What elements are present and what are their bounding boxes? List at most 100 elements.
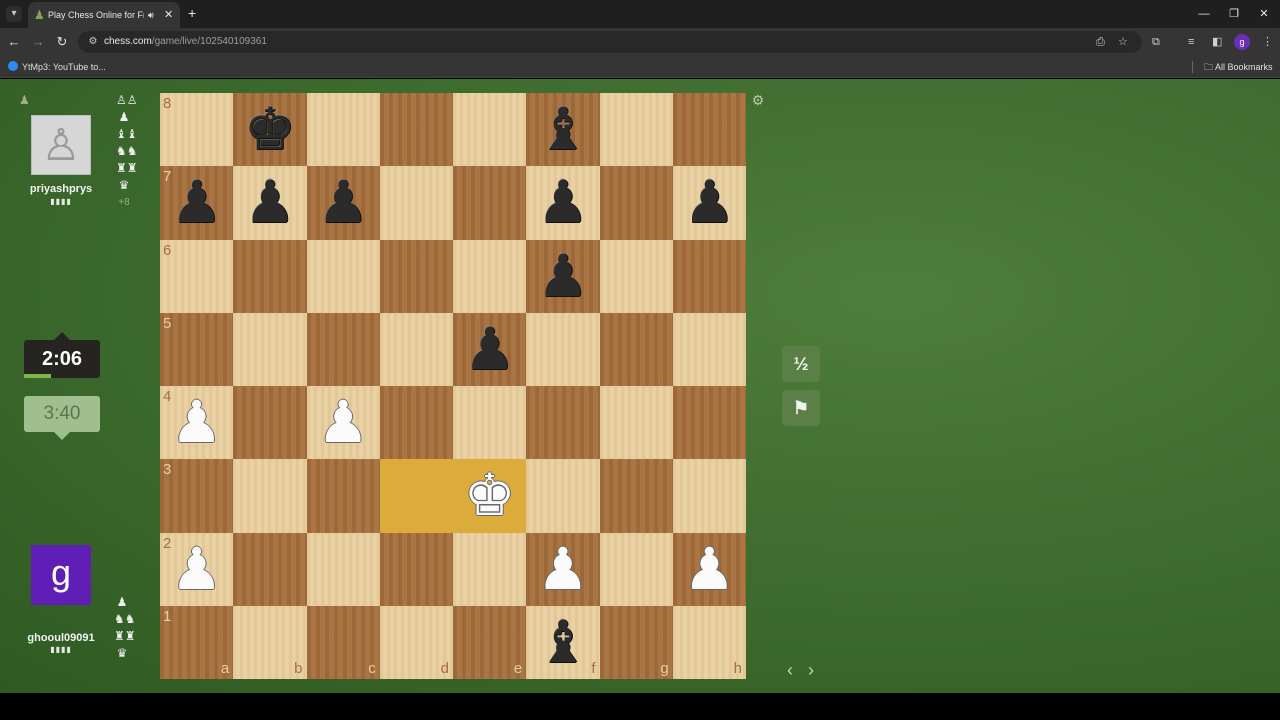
square-b4[interactable] xyxy=(233,386,307,460)
white-pawn[interactable]: ♟ xyxy=(307,386,380,459)
square-a4[interactable]: 4 ♟ xyxy=(160,386,234,460)
square-g6[interactable] xyxy=(599,239,673,313)
square-a6[interactable]: 6 xyxy=(160,239,234,313)
square-g4[interactable] xyxy=(599,386,673,460)
square-b7[interactable]: ♟ xyxy=(233,166,307,240)
square-a7[interactable]: 7 ♟ xyxy=(160,166,234,240)
offer-draw-button[interactable]: ½ xyxy=(782,346,820,382)
square-d1[interactable]: d xyxy=(379,605,453,679)
square-e4[interactable] xyxy=(453,386,527,460)
square-f8[interactable]: ♝ xyxy=(526,93,600,167)
black-pawn[interactable]: ♟ xyxy=(526,240,599,313)
square-c6[interactable] xyxy=(306,239,380,313)
square-h4[interactable] xyxy=(672,386,746,460)
minimize-icon[interactable]: — xyxy=(1196,6,1212,22)
white-pawn[interactable]: ♟ xyxy=(160,533,233,606)
square-f5[interactable] xyxy=(526,312,600,386)
square-c5[interactable] xyxy=(306,312,380,386)
forward-arrow-icon[interactable]: → xyxy=(30,34,46,50)
black-pawn[interactable]: ♟ xyxy=(526,166,599,239)
square-g3[interactable] xyxy=(599,459,673,533)
kebab-menu-icon[interactable]: ⋮ xyxy=(1262,34,1273,50)
white-pawn[interactable]: ♟ xyxy=(160,386,233,459)
square-a8[interactable]: 8 xyxy=(160,93,234,167)
black-pawn[interactable]: ♟ xyxy=(233,166,306,239)
profile-avatar[interactable]: g xyxy=(1234,34,1250,50)
bookmark-ytmp3[interactable]: YtMp3: YouTube to... xyxy=(8,60,106,74)
square-h6[interactable] xyxy=(672,239,746,313)
white-pawn[interactable]: ♟ xyxy=(673,533,746,606)
square-c7[interactable]: ♟ xyxy=(306,166,380,240)
square-d6[interactable] xyxy=(379,239,453,313)
white-pawn[interactable]: ♟ xyxy=(526,533,599,606)
square-e8[interactable] xyxy=(453,93,527,167)
square-f2[interactable]: ♟ xyxy=(526,532,600,606)
url-text[interactable]: chess.com/game/live/102540109361 xyxy=(104,35,267,49)
square-f1[interactable]: f ♝ xyxy=(526,605,600,679)
all-bookmarks-button[interactable]: 🗀︎ All Bookmarks xyxy=(1204,60,1273,74)
square-d3[interactable] xyxy=(379,459,453,533)
bottom-player-name[interactable]: ghooul09091 xyxy=(11,632,111,644)
top-player-name[interactable]: priyashprys xyxy=(11,183,111,195)
square-b5[interactable] xyxy=(233,312,307,386)
chevron-right-icon[interactable]: › xyxy=(803,660,819,680)
square-d5[interactable] xyxy=(379,312,453,386)
square-b6[interactable] xyxy=(233,239,307,313)
address-bar[interactable]: ⚙ chess.com/game/live/102540109361 ⎙ ☆ xyxy=(78,31,1142,53)
square-e5[interactable]: ♟ xyxy=(453,312,527,386)
black-pawn[interactable]: ♟ xyxy=(307,166,380,239)
square-b2[interactable] xyxy=(233,532,307,606)
square-a3[interactable]: 3 xyxy=(160,459,234,533)
install-icon[interactable]: ⎙ xyxy=(1096,35,1105,49)
square-h5[interactable] xyxy=(672,312,746,386)
square-c8[interactable] xyxy=(306,93,380,167)
square-f4[interactable] xyxy=(526,386,600,460)
square-b3[interactable] xyxy=(233,459,307,533)
square-a2[interactable]: 2 ♟ xyxy=(160,532,234,606)
chevron-left-icon[interactable]: ‹ xyxy=(782,660,798,680)
square-g7[interactable] xyxy=(599,166,673,240)
browser-tab[interactable]: ♟ Play Chess Online for Free 🔊︎ ✕ xyxy=(28,2,180,28)
gear-icon[interactable]: ⚙ xyxy=(750,92,766,108)
black-king[interactable]: ♚ xyxy=(233,93,306,166)
star-icon[interactable]: ☆ xyxy=(1118,35,1128,49)
square-g1[interactable]: g xyxy=(599,605,673,679)
restore-icon[interactable]: ❐ xyxy=(1226,6,1242,22)
square-h7[interactable]: ♟ xyxy=(672,166,746,240)
plus-icon[interactable]: + xyxy=(188,5,196,21)
square-e6[interactable] xyxy=(453,239,527,313)
square-b1[interactable]: b xyxy=(233,605,307,679)
reload-icon[interactable]: ↻ xyxy=(54,34,70,50)
white-king[interactable]: ♚ xyxy=(453,459,526,532)
black-bishop[interactable]: ♝ xyxy=(526,93,599,166)
chess-board[interactable]: 8 ♚ ♝ 7 ♟ ♟ ♟ ♟ ♟ 6 ♟ 5 ♟ 4 ♟ ♟ 3 ♚ 2 ♟ ♟ ♟ 1 a b c d e f ♝ g h xyxy=(160,93,746,679)
back-arrow-icon[interactable]: ← xyxy=(6,34,22,50)
square-e1[interactable]: e xyxy=(453,605,527,679)
square-f3[interactable] xyxy=(526,459,600,533)
bottom-player-avatar[interactable]: g xyxy=(31,545,91,605)
square-d2[interactable] xyxy=(379,532,453,606)
square-a1[interactable]: 1a xyxy=(160,605,234,679)
square-c3[interactable] xyxy=(306,459,380,533)
tune-icon[interactable]: ⚙ xyxy=(86,35,100,49)
top-player-avatar[interactable]: ♙ xyxy=(31,115,91,175)
square-c4[interactable]: ♟ xyxy=(306,386,380,460)
media-control-icon[interactable]: ≡ xyxy=(1188,34,1194,50)
square-e3[interactable]: ♚ xyxy=(453,459,527,533)
square-e2[interactable] xyxy=(453,532,527,606)
square-h8[interactable] xyxy=(672,93,746,167)
square-b8[interactable]: ♚ xyxy=(233,93,307,167)
resign-button[interactable]: ⚑ xyxy=(782,390,820,426)
puzzle-icon[interactable]: ⧉ xyxy=(1152,34,1160,50)
side-panel-icon[interactable]: ◧ xyxy=(1212,34,1222,50)
square-d7[interactable] xyxy=(379,166,453,240)
square-f7[interactable]: ♟ xyxy=(526,166,600,240)
square-g2[interactable] xyxy=(599,532,673,606)
square-h2[interactable]: ♟ xyxy=(672,532,746,606)
square-c1[interactable]: c xyxy=(306,605,380,679)
chevron-down-icon[interactable]: ▾ xyxy=(6,6,22,22)
black-pawn[interactable]: ♟ xyxy=(673,166,746,239)
black-pawn[interactable]: ♟ xyxy=(160,166,233,239)
square-g5[interactable] xyxy=(599,312,673,386)
square-f6[interactable]: ♟ xyxy=(526,239,600,313)
